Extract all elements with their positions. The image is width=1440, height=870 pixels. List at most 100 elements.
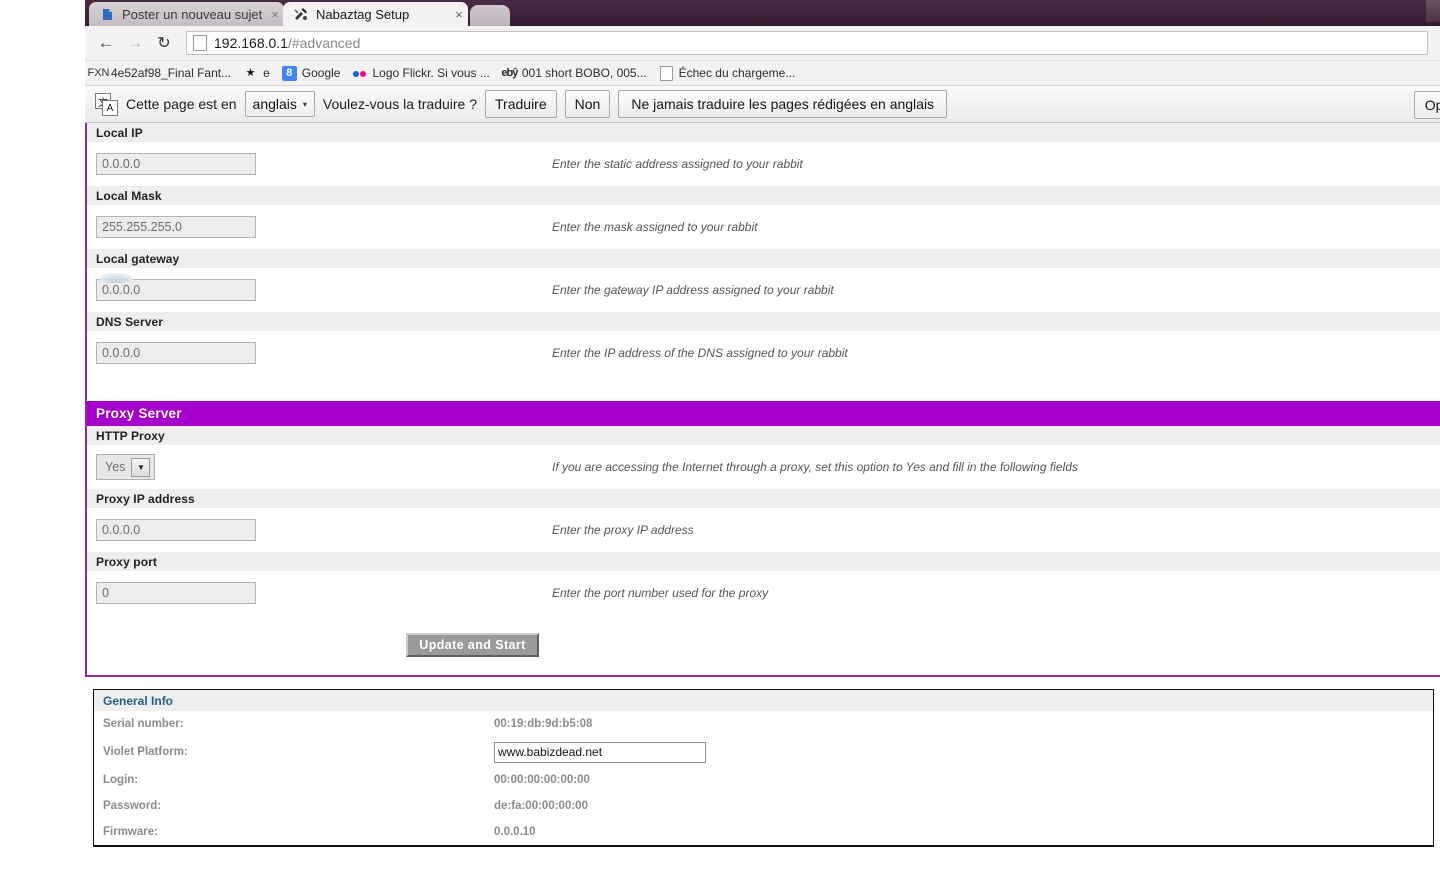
proxy-port-control xyxy=(87,582,552,604)
field-label-row: Local gateway xyxy=(87,249,1440,268)
general-info-title: General Info xyxy=(94,690,1433,711)
local-ip-input[interactable] xyxy=(96,153,256,175)
field-row: Enter the proxy IP address xyxy=(87,508,1440,552)
general-info-row: Password: de:fa:00:00:00:00 xyxy=(94,793,1433,819)
bookmark-item[interactable]: FXN 4e52af98_Final Fant... xyxy=(87,66,232,81)
fxn-icon: FXN xyxy=(87,66,110,79)
serial-number-label: Serial number: xyxy=(103,718,184,730)
local-ip-control xyxy=(87,153,552,175)
local-mask-hint: Enter the mask assigned to your rabbit xyxy=(552,220,758,234)
local-gateway-control xyxy=(87,279,552,301)
translate-never-button[interactable]: Ne jamais traduire les pages rédigées en… xyxy=(618,90,948,118)
bookmark-item[interactable]: Échec du chargeme... xyxy=(659,65,796,81)
firmware-label: Firmware: xyxy=(103,826,158,838)
field-label-row: Local IP xyxy=(87,123,1440,142)
translate-language-select[interactable]: anglais ▾ xyxy=(244,91,315,117)
proxy-port-input[interactable] xyxy=(96,582,256,604)
field-row: Enter the gateway IP address assigned to… xyxy=(87,268,1440,312)
advanced-settings-panel: Local IP Enter the static address assign… xyxy=(85,123,1440,677)
general-info-row: Serial number: 00:19:db:9d:b5:08 xyxy=(94,711,1433,737)
field-row: Yes ▼ If you are accessing the Internet … xyxy=(87,445,1440,489)
local-mask-control xyxy=(87,216,552,238)
google-icon: 8 xyxy=(281,65,297,81)
bookmark-item[interactable]: 8 Google xyxy=(281,65,341,81)
spacer xyxy=(87,375,1440,401)
tab-poster-un-nouveau-sujet[interactable]: Poster un nouveau sujet × xyxy=(89,2,284,26)
dns-server-input[interactable] xyxy=(96,342,256,364)
login-value: 00:00:00:00:00:00 xyxy=(494,774,590,786)
back-button[interactable]: ← xyxy=(93,30,119,56)
url-path: /#advanced xyxy=(287,35,361,51)
translate-options-button[interactable]: Options xyxy=(1413,91,1440,119)
general-info-row: Violet Platform: xyxy=(94,737,1433,767)
field-row: Enter the IP address of the DNS assigned… xyxy=(87,331,1440,375)
proxy-port-hint: Enter the port number used for the proxy xyxy=(552,586,769,600)
password-label: Password: xyxy=(103,800,162,812)
field-label-row: Proxy port xyxy=(87,552,1440,571)
http-proxy-control: Yes ▼ xyxy=(87,454,552,480)
browser-toolbar: ← → ↻ 192.168.0.1 /#advanced xyxy=(85,26,1440,61)
forward-button[interactable]: → xyxy=(122,30,148,56)
field-label-row: Local Mask xyxy=(87,186,1440,205)
general-info-row: Login: 00:00:00:00:00:00 xyxy=(94,767,1433,793)
label-http-proxy: HTTP Proxy xyxy=(96,428,165,443)
dns-server-hint: Enter the IP address of the DNS assigned… xyxy=(552,346,848,360)
tab-close-icon[interactable]: × xyxy=(450,8,468,21)
url-host: 192.168.0.1 xyxy=(214,35,288,51)
submit-row: Update and Start xyxy=(87,615,1440,675)
footer-logo-image xyxy=(99,273,133,283)
tab-close-icon[interactable]: × xyxy=(266,8,284,21)
blue-page-icon xyxy=(99,6,115,22)
proxy-ip-control xyxy=(87,519,552,541)
local-ip-hint: Enter the static address assigned to you… xyxy=(552,157,803,171)
translate-no-button[interactable]: Non xyxy=(564,90,611,118)
new-tab-button[interactable] xyxy=(470,5,510,26)
translate-infobar: 文 A Cette page est en anglais ▾ Voulez-v… xyxy=(85,86,1440,123)
address-bar[interactable]: 192.168.0.1 /#advanced xyxy=(186,31,1428,55)
translate-question: Voulez-vous la traduire ? xyxy=(322,96,478,112)
serial-number-value: 00:19:db:9d:b5:08 xyxy=(494,718,593,730)
label-dns-server: DNS Server xyxy=(96,314,164,329)
translate-icon-glyph-bottom: A xyxy=(102,100,118,116)
bookmark-item[interactable]: ebŷ 001 short BOBO, 005... xyxy=(501,66,647,81)
local-gateway-hint: Enter the gateway IP address assigned to… xyxy=(552,283,834,297)
flickr-icon xyxy=(352,66,367,81)
bookmark-label: 001 short BOBO, 005... xyxy=(521,66,647,80)
document-icon xyxy=(659,65,674,81)
tab-nabaztag-setup[interactable]: Nabaztag Setup × xyxy=(283,2,468,26)
bookmark-label: Échec du chargeme... xyxy=(678,66,796,80)
firmware-value: 0.0.0.10 xyxy=(494,826,536,838)
translate-button[interactable]: Traduire xyxy=(485,90,557,118)
violet-platform-label: Violet Platform: xyxy=(103,746,188,758)
window-controls[interactable] xyxy=(1426,0,1440,22)
violet-platform-input[interactable] xyxy=(494,741,706,763)
http-proxy-select[interactable]: Yes ▼ xyxy=(96,454,156,480)
general-info-panel: General Info Serial number: 00:19:db:9d:… xyxy=(93,689,1434,847)
bookmark-item[interactable]: ★ e xyxy=(243,66,270,81)
local-mask-input[interactable] xyxy=(96,216,256,238)
update-and-start-button[interactable]: Update and Start xyxy=(406,633,539,657)
dns-server-control xyxy=(87,342,552,364)
proxy-ip-input[interactable] xyxy=(96,519,256,541)
label-local-mask: Local Mask xyxy=(96,188,162,203)
translate-icon: 文 A xyxy=(95,93,118,116)
section-title: Proxy Server xyxy=(96,406,182,421)
label-proxy-ip: Proxy IP address xyxy=(96,491,195,506)
field-label-row: DNS Server xyxy=(87,312,1440,331)
section-header-proxy-server: Proxy Server xyxy=(87,401,1440,426)
login-label: Login: xyxy=(103,774,139,786)
http-proxy-hint: If you are accessing the Internet throug… xyxy=(552,460,1078,474)
bookmark-label: Google xyxy=(301,66,341,80)
field-label-row: HTTP Proxy xyxy=(87,426,1440,445)
bookmark-item[interactable]: Logo Flickr. Si vous ... xyxy=(352,66,490,81)
ebay-icon: ebŷ xyxy=(501,66,518,79)
reload-button[interactable]: ↻ xyxy=(151,30,177,56)
chevron-down-icon: ▼ xyxy=(131,457,151,477)
proxy-ip-hint: Enter the proxy IP address xyxy=(552,523,694,537)
field-row: Enter the mask assigned to your rabbit xyxy=(87,205,1440,249)
tab-strip: Poster un nouveau sujet × Nabaztag Setup… xyxy=(85,0,1440,26)
field-label-row: Proxy IP address xyxy=(87,489,1440,508)
document-icon xyxy=(193,35,207,51)
general-info-row: Firmware: 0.0.0.10 xyxy=(94,819,1433,845)
password-value: de:fa:00:00:00:00 xyxy=(494,800,588,812)
